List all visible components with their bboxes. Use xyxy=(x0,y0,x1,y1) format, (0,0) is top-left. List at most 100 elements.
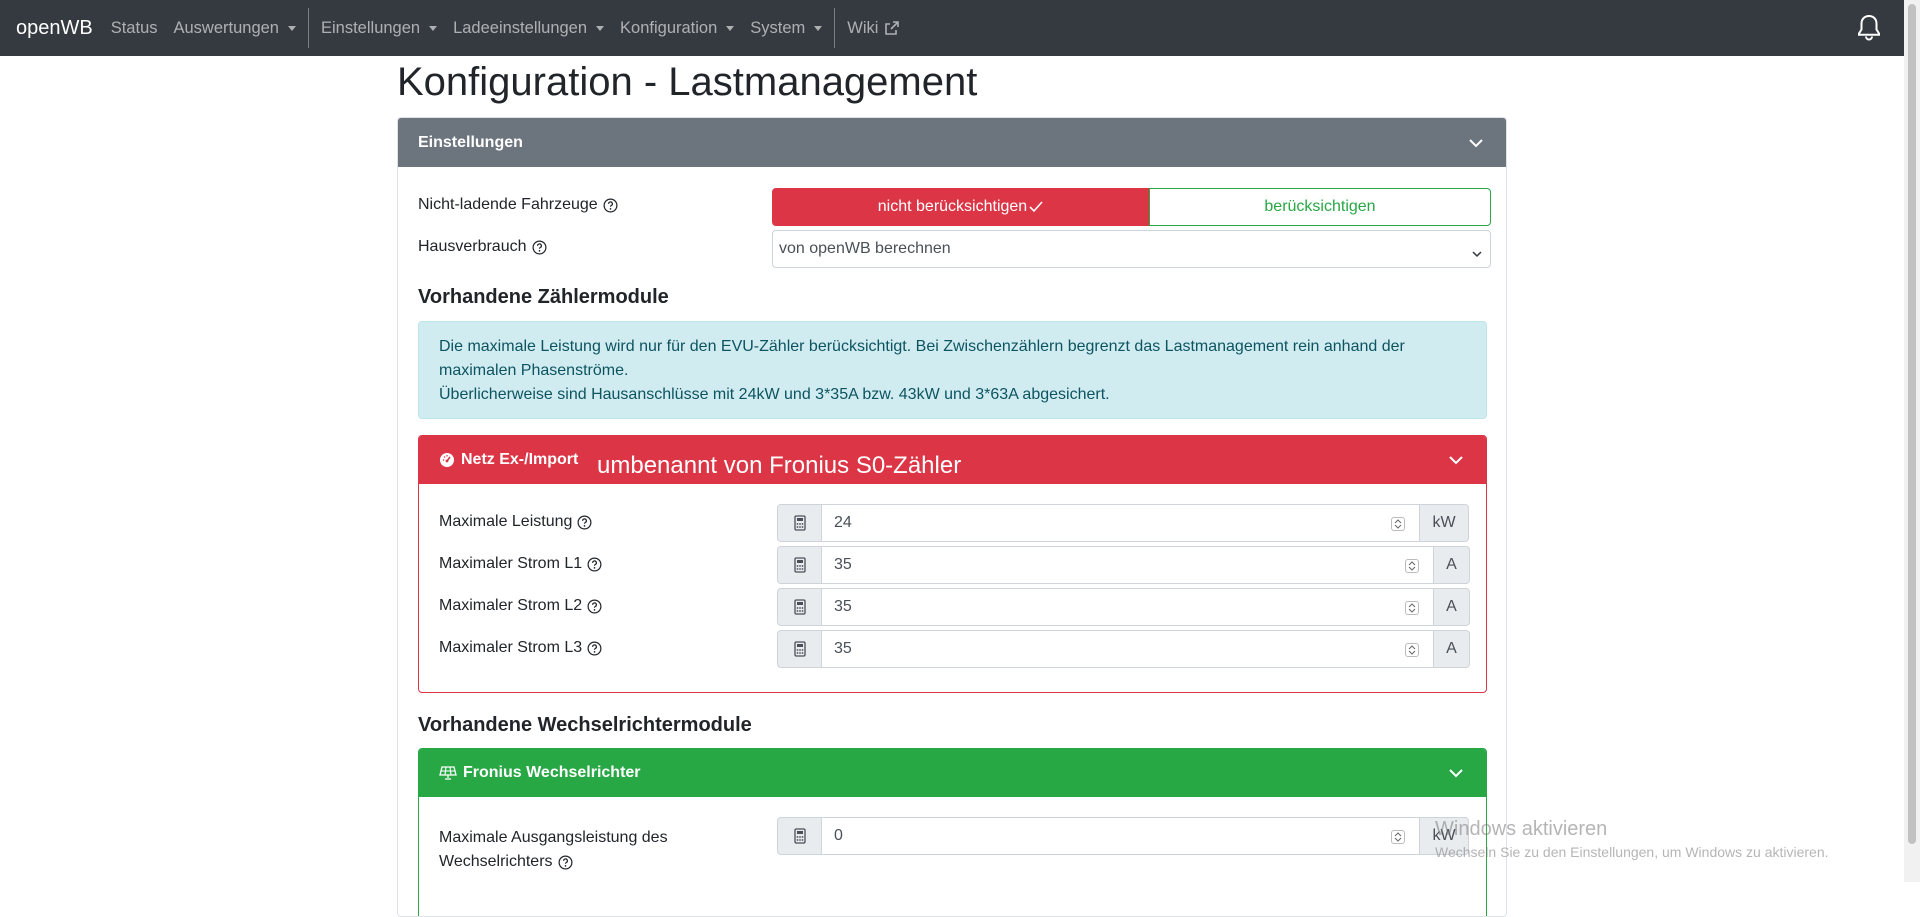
unit-a: A xyxy=(1434,630,1470,668)
unit-a: A xyxy=(1434,588,1470,626)
chevron-down-icon[interactable] xyxy=(1448,766,1464,785)
nav-ladeeinstellungen[interactable]: Ladeeinstellungen xyxy=(445,0,612,56)
watermark-title: Windows aktivieren xyxy=(1435,818,1608,840)
counter-module-card: Netz Ex-/Import umbenannt von Fronius S0… xyxy=(418,435,1487,693)
nav-status[interactable]: Status xyxy=(103,0,166,56)
nav-konfiguration[interactable]: Konfiguration xyxy=(612,0,742,56)
beruecksichtigen-button[interactable]: berücksichtigen xyxy=(1149,188,1491,226)
max-strom-l2-value: 35 xyxy=(834,598,852,615)
nav-divider xyxy=(308,8,309,48)
zaehlermodule-heading: Vorhandene Zählermodule xyxy=(418,286,669,308)
calculator-icon[interactable] xyxy=(777,504,822,542)
caret-down-icon xyxy=(726,25,735,31)
counter-module-header[interactable]: Netz Ex-/Import umbenannt von Fronius S0… xyxy=(419,436,1486,484)
help-icon[interactable] xyxy=(587,641,602,656)
watermark-subtitle: Wechseln Sie zu den Einstellungen, um Wi… xyxy=(1435,844,1829,860)
brand-logo[interactable]: openWB xyxy=(16,17,93,40)
caret-down-icon xyxy=(596,25,605,31)
max-strom-l2-label: Maximaler Strom L2 xyxy=(439,597,602,615)
max-strom-l1-label: Maximaler Strom L1 xyxy=(439,555,602,573)
chevron-down-icon[interactable] xyxy=(1468,136,1484,155)
counter-module-title: Netz Ex-/Import xyxy=(461,451,579,468)
spinner-icon[interactable] xyxy=(1405,643,1419,657)
max-ausgangsleistung-text-2: Wechselrichters xyxy=(439,853,553,870)
max-ausgangsleistung-input[interactable]: 0 xyxy=(822,817,1420,855)
nav-system[interactable]: System xyxy=(742,0,830,56)
nav-wiki-label: Wiki xyxy=(847,18,879,37)
help-icon[interactable] xyxy=(558,855,573,870)
help-icon[interactable] xyxy=(532,240,547,255)
calculator-icon[interactable] xyxy=(777,817,822,855)
bell-icon[interactable] xyxy=(1856,13,1882,46)
spinner-icon[interactable] xyxy=(1405,601,1419,615)
max-strom-l1-value: 35 xyxy=(834,556,852,573)
calculator-icon[interactable] xyxy=(777,546,822,584)
calculator-icon[interactable] xyxy=(777,588,822,626)
help-icon[interactable] xyxy=(587,599,602,614)
check-icon xyxy=(1029,201,1043,213)
hausverbrauch-label: Hausverbrauch xyxy=(418,238,527,255)
hausverbrauch-row: Hausverbrauch xyxy=(418,238,547,256)
max-leistung-input[interactable]: 24 xyxy=(822,504,1420,542)
settings-card-header[interactable]: Einstellungen xyxy=(398,118,1506,167)
chevron-down-icon[interactable] xyxy=(1448,453,1464,472)
unit-a: A xyxy=(1434,546,1470,584)
solar-panel-icon xyxy=(439,766,457,780)
inverter-module-title: Fronius Wechselrichter xyxy=(463,764,641,781)
alert-line-2: Überlicherweise sind Hausanschlüsse mit … xyxy=(439,386,1110,403)
max-strom-l1-input[interactable]: 35 xyxy=(822,546,1434,584)
hausverbrauch-select[interactable]: von openWB berechnen xyxy=(772,230,1491,268)
max-strom-l1-input-group: 35 A xyxy=(777,546,1470,584)
max-ausgangsleistung-input-group: 0 kW xyxy=(777,817,1469,855)
spinner-icon[interactable] xyxy=(1391,517,1405,531)
top-navbar: openWB Status Auswertungen Einstellungen… xyxy=(0,0,1904,56)
calculator-icon[interactable] xyxy=(777,630,822,668)
info-alert: Die maximale Leistung wird nur für den E… xyxy=(418,321,1487,419)
nicht-ladende-label: Nicht-ladende Fahrzeuge xyxy=(418,196,598,213)
alert-line-1: Die maximale Leistung wird nur für den E… xyxy=(439,338,1405,379)
help-icon[interactable] xyxy=(577,515,592,530)
gauge-icon xyxy=(439,452,455,468)
nav-einstellungen-label: Einstellungen xyxy=(321,18,421,37)
max-strom-l3-input[interactable]: 35 xyxy=(822,630,1434,668)
nicht-ladende-row: Nicht-ladende Fahrzeuge xyxy=(418,196,618,214)
windows-activation-watermark: Windows aktivieren Wechseln Sie zu den E… xyxy=(1435,818,1829,860)
chevron-down-icon xyxy=(1472,245,1482,263)
max-leistung-input-group: 24 kW xyxy=(777,504,1469,542)
nav-einstellungen[interactable]: Einstellungen xyxy=(313,0,445,56)
max-strom-l3-input-group: 35 A xyxy=(777,630,1470,668)
caret-down-icon xyxy=(288,25,296,31)
scrollbar-thumb[interactable] xyxy=(1908,4,1916,844)
max-ausgangsleistung-text-1: Maximale Ausgangsleistung des xyxy=(439,829,668,846)
page-title: Konfiguration - Lastmanagement xyxy=(397,60,978,104)
max-strom-l3-text: Maximaler Strom L3 xyxy=(439,639,583,656)
caret-down-icon xyxy=(814,25,823,31)
inverter-module-card: Fronius Wechselrichter Maximale Ausgangs… xyxy=(418,748,1487,916)
help-icon[interactable] xyxy=(587,557,602,572)
max-strom-l2-input[interactable]: 35 xyxy=(822,588,1434,626)
max-strom-l2-text: Maximaler Strom L2 xyxy=(439,597,583,614)
max-ausgangsleistung-line2: Wechselrichters xyxy=(439,850,668,874)
external-link-icon xyxy=(884,20,900,36)
wechselrichtermodule-heading: Vorhandene Wechselrichtermodule xyxy=(418,714,752,736)
page-scrollbar[interactable] xyxy=(1904,0,1920,882)
spinner-icon[interactable] xyxy=(1405,559,1419,573)
nicht-ladende-toggle: nicht berücksichtigen berücksichtigen xyxy=(772,188,1491,226)
help-icon[interactable] xyxy=(603,198,618,213)
max-strom-l3-value: 35 xyxy=(834,640,852,657)
nicht-beruecksichtigen-label: nicht berücksichtigen xyxy=(877,198,1028,215)
nav-divider xyxy=(834,8,836,48)
nav-auswertungen[interactable]: Auswertungen xyxy=(166,0,305,56)
caret-down-icon xyxy=(429,25,438,31)
nav-status-label: Status xyxy=(110,18,158,37)
spinner-icon[interactable] xyxy=(1391,830,1405,844)
max-leistung-text: Maximale Leistung xyxy=(439,513,573,530)
max-ausgangsleistung-label: Maximale Ausgangsleistung des Wechselric… xyxy=(439,826,668,874)
inverter-module-header[interactable]: Fronius Wechselrichter xyxy=(419,749,1486,797)
max-ausgangsleistung-value: 0 xyxy=(834,827,843,844)
hausverbrauch-value: von openWB berechnen xyxy=(779,240,951,257)
nicht-beruecksichtigen-button[interactable]: nicht berücksichtigen xyxy=(772,188,1149,226)
settings-card: Einstellungen Nicht-ladende Fahrzeuge ni… xyxy=(397,117,1507,917)
nav-ladeeinstellungen-label: Ladeeinstellungen xyxy=(453,18,588,37)
nav-wiki[interactable]: Wiki xyxy=(839,0,908,56)
